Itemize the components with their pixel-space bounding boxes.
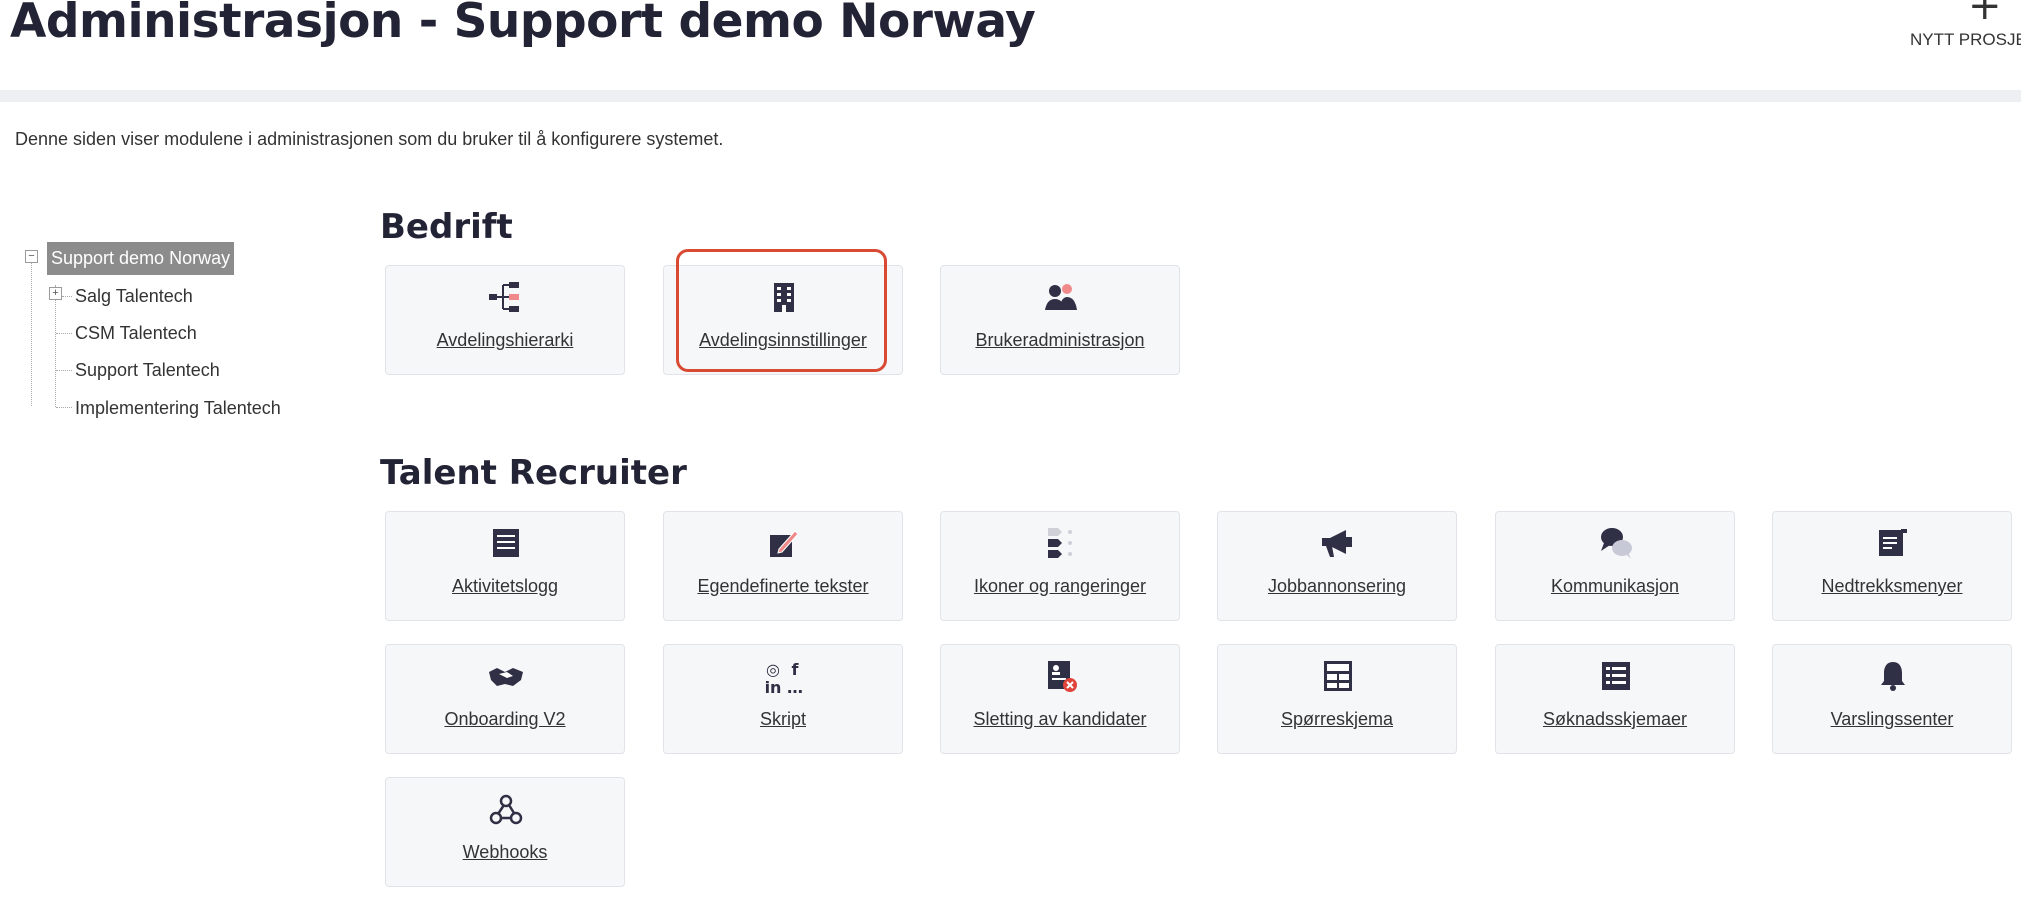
card-avdelingshierarki[interactable]: Avdelingshierarki [385,265,625,375]
card-label: Sletting av kandidater [973,709,1147,729]
log-icon [486,526,526,560]
header-divider [0,90,2021,102]
more-icon: … [787,678,803,697]
tree-line [31,256,32,406]
card-label: Søknadsskjemaer [1542,709,1688,729]
card-label: Kommunikasjon [1550,576,1680,596]
header: Administrasjon - Support demo Norway + N… [0,0,2021,92]
tree-item-salg[interactable]: Salg Talentech [75,286,193,307]
tree-line [55,285,56,407]
card-label: Egendefinerte tekster [697,576,869,596]
collapse-icon[interactable]: − [25,250,38,263]
card-varslingssenter[interactable]: Varslingssenter [1772,644,2012,754]
social-icon: ◎ f in … [762,660,806,697]
card-label: Skript [759,709,806,729]
webhook-icon [486,792,526,826]
tree-item-implementering[interactable]: Implementering Talentech [75,398,281,419]
card-label: Aktivitetslogg [451,576,559,596]
delete-candidate-icon [1041,659,1081,693]
card-label: Avdelingsinnstillinger [699,330,867,350]
section-title-bedrift: Bedrift [380,207,513,247]
megaphone-icon [1318,526,1358,560]
card-label: Ikoner og rangeringer [973,576,1147,596]
card-sletting-av-kandidater[interactable]: Sletting av kandidater [940,644,1180,754]
intro-text: Denne siden viser modulene i administras… [15,129,724,149]
instagram-icon: ◎ [766,660,780,679]
card-label: Brukeradministrasjon [975,330,1145,350]
card-sporreskjema[interactable]: Spørreskjema [1217,644,1457,754]
card-egendefinerte-tekster[interactable]: Egendefinerte tekster [663,511,903,621]
card-label: Onboarding V2 [444,709,566,729]
tree-line [56,370,72,371]
questionnaire-icon [1318,659,1358,693]
card-skript[interactable]: ◎ f in … Skript [663,644,903,754]
handshake-icon [486,659,526,693]
card-brukeradministrasjon[interactable]: Brukeradministrasjon [940,265,1180,375]
card-ikoner-og-rangeringer[interactable]: Ikoner og rangeringer [940,511,1180,621]
card-label: Spørreskjema [1280,709,1394,729]
plus-icon: + [1968,0,2002,29]
tree-line [56,407,72,408]
expand-icon[interactable]: + [49,287,62,300]
bell-icon [1873,659,1913,693]
tree-root[interactable]: Support demo Norway [47,242,235,275]
card-label: Webhooks [462,842,548,862]
tree-line [56,333,72,334]
ranking-icon [1041,526,1081,560]
edit-icon [764,526,804,560]
tree-item-csm[interactable]: CSM Talentech [75,323,197,344]
card-label: Jobbannonsering [1267,576,1407,596]
card-label: Avdelingshierarki [436,330,574,350]
new-project-label: NYTT PROSJEKT [1910,30,2021,49]
card-kommunikasjon[interactable]: Kommunikasjon [1495,511,1735,621]
section-title-talent-recruiter: Talent Recruiter [380,453,687,493]
tree-item-support[interactable]: Support Talentech [75,360,220,381]
facebook-icon: f [791,660,799,679]
card-avdelingsinnstillinger[interactable]: Avdelingsinnstillinger [663,265,903,375]
building-icon [764,280,804,314]
card-jobbannonsering[interactable]: Jobbannonsering [1217,511,1457,621]
users-icon [1041,280,1081,314]
page-title: Administrasjon - Support demo Norway [10,0,1036,49]
card-aktivitetslogg[interactable]: Aktivitetslogg [385,511,625,621]
card-webhooks[interactable]: Webhooks [385,777,625,887]
hierarchy-icon [486,280,526,314]
card-onboarding-v2[interactable]: Onboarding V2 [385,644,625,754]
linkedin-icon: in [764,678,782,697]
tree-line [62,296,72,297]
form-icon [1596,659,1636,693]
card-label: Varslingssenter [1830,709,1954,729]
dropdown-icon [1873,526,1913,560]
chat-icon [1596,526,1636,560]
new-project-button[interactable]: + NYTT PROSJEKT [1900,0,2021,62]
card-nedtrekksmenyer[interactable]: Nedtrekksmenyer [1772,511,2012,621]
card-soknadsskjemaer[interactable]: Søknadsskjemaer [1495,644,1735,754]
card-label: Nedtrekksmenyer [1821,576,1963,596]
